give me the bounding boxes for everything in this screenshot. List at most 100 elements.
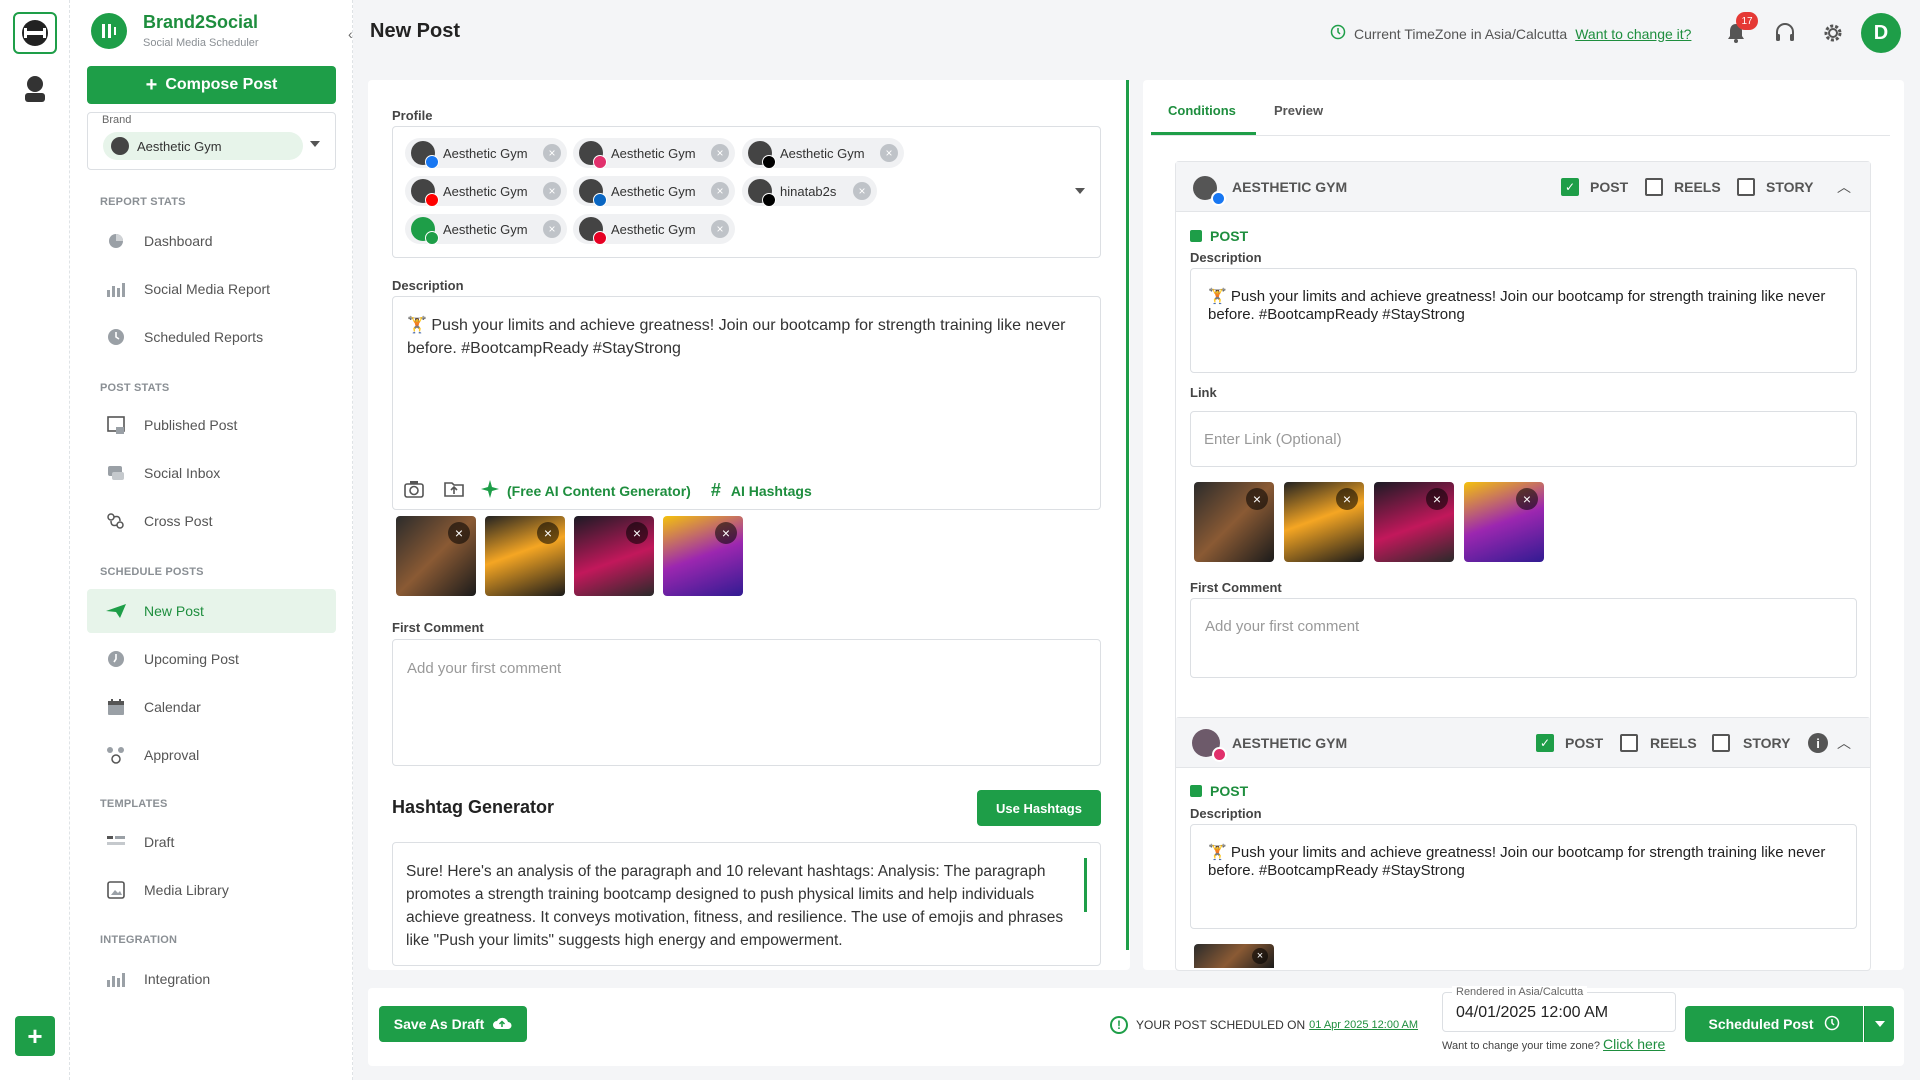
profile-chip[interactable]: Aesthetic Gym × bbox=[742, 138, 904, 169]
sidebar-item-social-media-report[interactable]: Social Media Report bbox=[87, 268, 336, 310]
click-here-link[interactable]: Click here bbox=[1603, 1036, 1665, 1052]
card-description-label: Description bbox=[1190, 250, 1262, 265]
media-thumbnail[interactable]: × bbox=[1284, 482, 1364, 562]
tab-preview[interactable]: Preview bbox=[1274, 103, 1323, 118]
profile-chip-label: hinatab2s bbox=[780, 183, 837, 199]
section-post-stats: POST STATS bbox=[100, 382, 170, 394]
close-icon[interactable]: × bbox=[1426, 488, 1448, 510]
close-icon[interactable]: × bbox=[626, 522, 648, 544]
chevron-down-icon[interactable] bbox=[310, 141, 320, 147]
chevron-up-icon[interactable]: ︿ bbox=[1837, 733, 1851, 753]
media-thumbnail[interactable]: × bbox=[574, 516, 654, 596]
headset-icon[interactable] bbox=[1774, 22, 1796, 47]
scheduled-post-button[interactable]: Scheduled Post bbox=[1685, 1006, 1863, 1042]
card-first-comment-input[interactable] bbox=[1190, 598, 1857, 678]
sidebar-item-label: Draft bbox=[144, 834, 175, 850]
panel-divider[interactable] bbox=[1126, 80, 1129, 950]
hashtag-icon[interactable]: # bbox=[711, 480, 721, 501]
sidebar-item-upcoming-post[interactable]: Upcoming Post bbox=[87, 638, 336, 680]
info-icon[interactable]: i bbox=[1808, 733, 1828, 753]
close-icon[interactable]: × bbox=[1252, 948, 1268, 964]
gym-logo-icon[interactable] bbox=[13, 12, 57, 54]
sidebar-item-scheduled-reports[interactable]: Scheduled Reports bbox=[87, 316, 336, 358]
camera-icon[interactable] bbox=[403, 479, 425, 502]
profile-chip[interactable]: Aesthetic Gym × bbox=[405, 214, 567, 245]
media-thumbnail[interactable]: × bbox=[1464, 482, 1544, 562]
datetime-value[interactable]: 04/01/2025 12:00 AM bbox=[1456, 1004, 1608, 1022]
upload-folder-icon[interactable] bbox=[443, 479, 465, 502]
profile-chip[interactable]: Aesthetic Gym × bbox=[405, 138, 567, 169]
media-thumbnail[interactable]: × bbox=[1374, 482, 1454, 562]
app-rail: + bbox=[0, 0, 70, 1080]
save-as-draft-button[interactable]: Save As Draft bbox=[379, 1006, 527, 1042]
profile-chip[interactable]: hinatab2s × bbox=[742, 176, 877, 207]
ai-content-generator-button[interactable]: (Free AI Content Generator) bbox=[507, 483, 691, 499]
notification-badge: 17 bbox=[1736, 12, 1758, 30]
chevron-up-icon[interactable]: ︿ bbox=[1837, 177, 1851, 197]
close-icon[interactable]: × bbox=[853, 182, 871, 200]
user-avatar[interactable]: D bbox=[1861, 13, 1901, 53]
change-timezone-link[interactable]: Want to change it? bbox=[1575, 26, 1691, 42]
compose-post-button[interactable]: + Compose Post bbox=[87, 66, 336, 104]
brand-avatar-icon[interactable] bbox=[21, 72, 49, 106]
story-checkbox[interactable] bbox=[1737, 178, 1755, 196]
use-hashtags-button[interactable]: Use Hashtags bbox=[977, 790, 1101, 826]
reels-checkbox[interactable] bbox=[1620, 734, 1638, 752]
profile-chip[interactable]: Aesthetic Gym × bbox=[405, 176, 567, 207]
close-icon[interactable]: × bbox=[1246, 488, 1268, 510]
profile-chip[interactable]: Aesthetic Gym × bbox=[573, 138, 735, 169]
sidebar-item-social-inbox[interactable]: Social Inbox bbox=[87, 452, 336, 494]
card-description-text[interactable]: 🏋 Push your limits and achieve greatness… bbox=[1208, 288, 1838, 324]
sidebar-item-integration[interactable]: Integration bbox=[87, 958, 336, 1000]
close-icon[interactable]: × bbox=[715, 522, 737, 544]
story-checkbox[interactable] bbox=[1712, 734, 1730, 752]
sidebar-item-approval[interactable]: Approval bbox=[87, 734, 336, 776]
close-icon[interactable]: × bbox=[711, 220, 729, 238]
profile-avatar bbox=[411, 179, 439, 207]
first-comment-input[interactable] bbox=[392, 639, 1101, 766]
story-option-label: STORY bbox=[1743, 735, 1791, 751]
profile-chip[interactable]: Aesthetic Gym × bbox=[573, 214, 735, 245]
media-thumbnail[interactable]: × bbox=[1194, 482, 1274, 562]
close-icon[interactable]: × bbox=[711, 182, 729, 200]
tab-conditions[interactable]: Conditions bbox=[1168, 103, 1236, 118]
close-icon[interactable]: × bbox=[880, 144, 898, 162]
card-description-text[interactable]: 🏋 Push your limits and achieve greatness… bbox=[1208, 844, 1838, 880]
description-text[interactable]: 🏋 Push your limits and achieve greatness… bbox=[407, 314, 1077, 360]
sidebar-item-dashboard[interactable]: Dashboard bbox=[87, 220, 336, 262]
profile-chip[interactable]: Aesthetic Gym × bbox=[573, 176, 735, 207]
scheduled-date-link[interactable]: 01 Apr 2025 12:00 AM bbox=[1309, 1019, 1418, 1031]
profile-chip-label: Aesthetic Gym bbox=[611, 183, 696, 199]
sparkle-icon[interactable] bbox=[479, 478, 501, 503]
add-brand-button[interactable]: + bbox=[15, 1016, 55, 1056]
close-icon[interactable]: × bbox=[711, 144, 729, 162]
sidebar-item-calendar[interactable]: Calendar bbox=[87, 686, 336, 728]
chevron-down-icon[interactable] bbox=[1075, 188, 1085, 194]
ai-hashtags-button[interactable]: AI Hashtags bbox=[731, 483, 812, 499]
schedule-options-dropdown[interactable] bbox=[1864, 1006, 1894, 1042]
collapse-sidebar-icon[interactable]: ‹ bbox=[348, 26, 353, 42]
sidebar-item-cross-post[interactable]: Cross Post bbox=[87, 500, 336, 542]
media-thumbnail[interactable]: × bbox=[1194, 944, 1274, 968]
gear-icon[interactable] bbox=[1822, 22, 1844, 47]
close-icon[interactable]: × bbox=[543, 144, 561, 162]
sidebar-item-media-library[interactable]: Media Library bbox=[87, 869, 336, 911]
image-icon bbox=[1190, 230, 1202, 242]
close-icon[interactable]: × bbox=[537, 522, 559, 544]
media-thumbnail[interactable]: × bbox=[485, 516, 565, 596]
close-icon[interactable]: × bbox=[543, 220, 561, 238]
reels-checkbox[interactable] bbox=[1645, 178, 1663, 196]
close-icon[interactable]: × bbox=[1336, 488, 1358, 510]
sidebar-item-new-post[interactable]: New Post bbox=[87, 589, 336, 633]
post-checkbox[interactable]: ✓ bbox=[1561, 178, 1579, 196]
close-icon[interactable]: × bbox=[543, 182, 561, 200]
close-icon[interactable]: × bbox=[1516, 488, 1538, 510]
scrollbar[interactable] bbox=[1084, 858, 1087, 912]
sidebar-item-draft[interactable]: Draft bbox=[87, 821, 336, 863]
post-checkbox[interactable]: ✓ bbox=[1536, 734, 1554, 752]
sidebar-item-published-post[interactable]: Published Post bbox=[87, 404, 336, 446]
close-icon[interactable]: × bbox=[448, 522, 470, 544]
media-thumbnail[interactable]: × bbox=[663, 516, 743, 596]
brand-chip[interactable]: Aesthetic Gym bbox=[103, 132, 303, 160]
media-thumbnail[interactable]: × bbox=[396, 516, 476, 596]
